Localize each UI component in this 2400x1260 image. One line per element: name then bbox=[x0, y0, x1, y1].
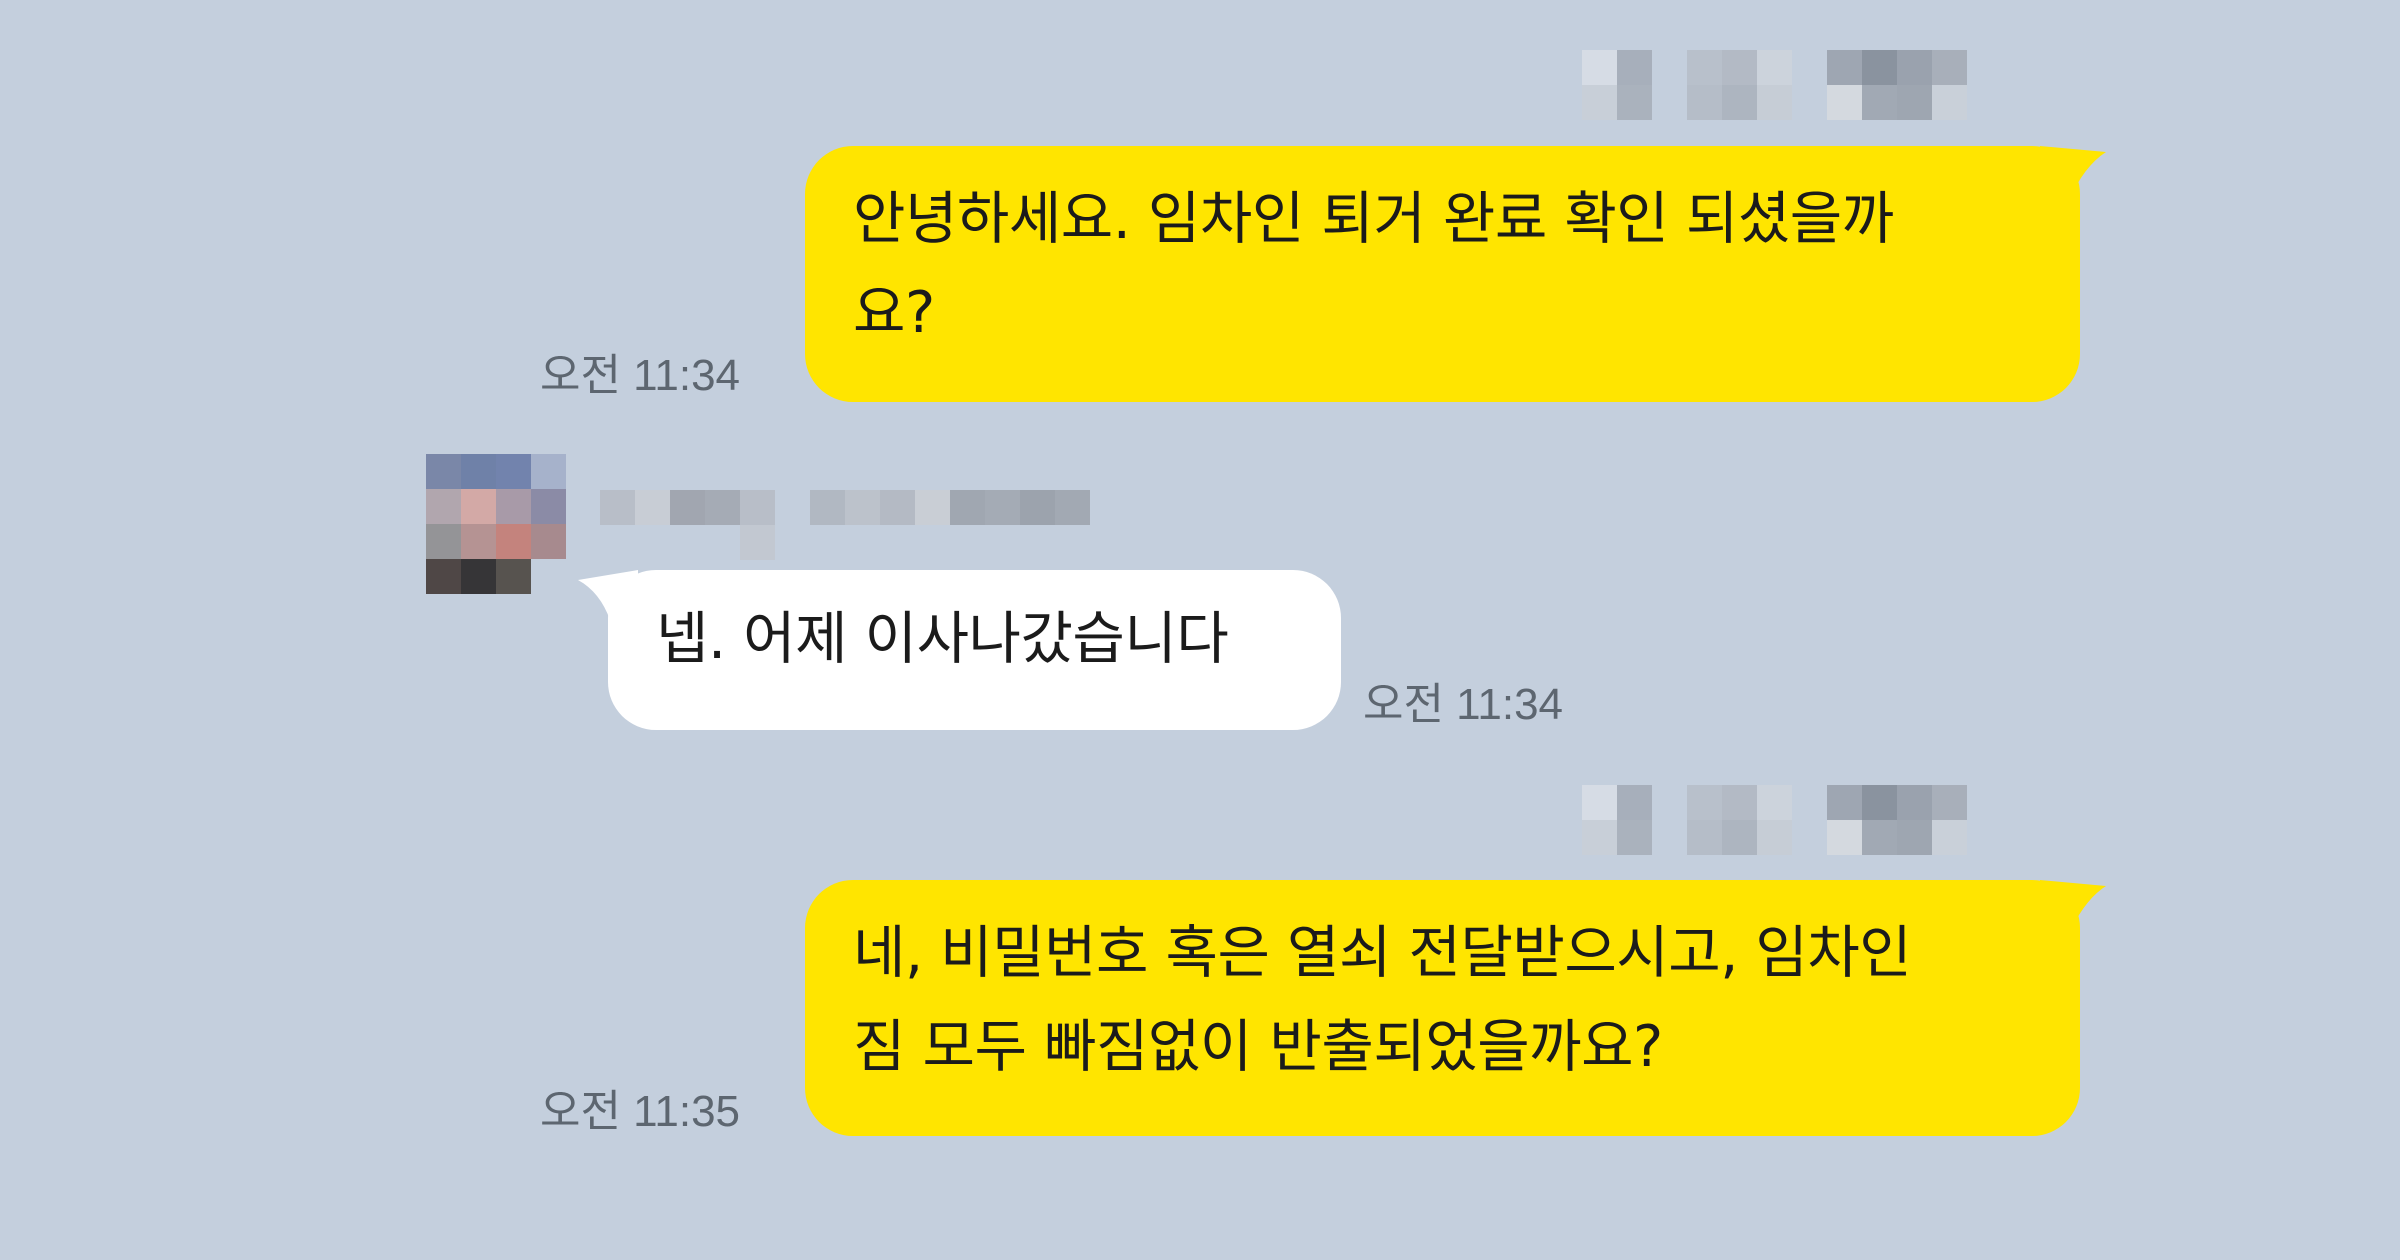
redacted-header-1 bbox=[1582, 50, 2002, 120]
message-text-line: 요? bbox=[853, 280, 935, 346]
bubble-tail bbox=[2040, 880, 2106, 936]
redacted-sender-name-2 bbox=[950, 490, 1090, 525]
redacted-sender-name bbox=[600, 490, 950, 560]
message-text-line: 안녕하세요. 임차인 퇴거 완료 확인 되셨을까 bbox=[853, 186, 1894, 252]
bubble-tail bbox=[2040, 146, 2106, 202]
my-message-bubble[interactable]: 네, 비밀번호 혹은 열쇠 전달받으시고, 임차인 짐 모두 빠짐없이 반출되었… bbox=[805, 880, 2080, 1136]
my-message-bubble[interactable]: 안녕하세요. 임차인 퇴거 완료 확인 되셨을까 요? bbox=[805, 146, 2080, 402]
message-text-line: 네, 비밀번호 혹은 열쇠 전달받으시고, 임차인 bbox=[853, 920, 1912, 986]
chat-screen: { "chat": { "messages": [ { "id": "msg-1… bbox=[0, 0, 2400, 1260]
other-message-bubble[interactable]: 넵. 어제 이사나갔습니다 bbox=[608, 570, 1341, 730]
timestamp: 오전 11:34 bbox=[540, 351, 741, 400]
redacted-header-2 bbox=[1582, 785, 2002, 855]
message-text-line: 짐 모두 빠짐없이 반출되었을까요? bbox=[853, 1014, 1663, 1080]
timestamp: 오전 11:35 bbox=[540, 1087, 741, 1136]
avatar[interactable] bbox=[426, 454, 566, 594]
timestamp: 오전 11:34 bbox=[1363, 680, 1564, 729]
message-text-line: 넵. 어제 이사나갔습니다 bbox=[656, 606, 1229, 672]
